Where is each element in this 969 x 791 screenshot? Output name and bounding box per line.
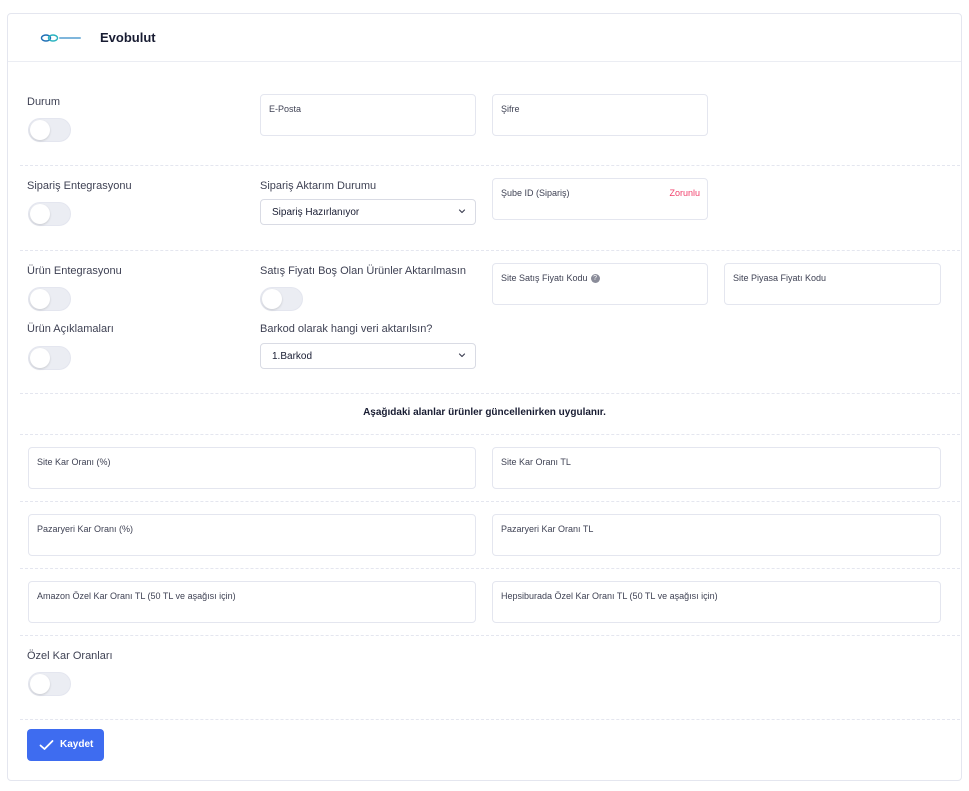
amazon-kar-orani-field[interactable]: Amazon Özel Kar Oranı TL (50 TL ve aşağı… xyxy=(28,581,476,623)
brand-title: Evobulut xyxy=(100,30,156,45)
pazaryeri-kar-orani-pct-field[interactable]: Pazaryeri Kar Oranı (%) xyxy=(28,514,476,556)
toggle-knob xyxy=(30,120,50,140)
update-notice: Aşağıdaki alanlar ürünler güncellenirken… xyxy=(363,407,606,418)
toggle-knob xyxy=(30,348,50,368)
site-kar-orani-pct-input[interactable] xyxy=(37,470,467,486)
site-kar-orani-pct-field[interactable]: Site Kar Oranı (%) xyxy=(28,447,476,489)
pazaryeri-kar-orani-pct-label: Pazaryeri Kar Oranı (%) xyxy=(37,524,134,534)
password-input[interactable] xyxy=(501,117,699,133)
ozel-kar-oranlari-toggle[interactable] xyxy=(28,672,71,696)
site-piyasa-fiyati-field[interactable]: Site Piyasa Fiyatı Kodu xyxy=(724,263,941,305)
divider xyxy=(20,719,960,720)
site-satis-fiyati-field[interactable]: Site Satış Fiyatı Kodu? xyxy=(492,263,708,305)
site-satis-fiyati-label-wrap: Site Satış Fiyatı Kodu? xyxy=(501,273,600,283)
hepsiburada-kar-orani-input[interactable] xyxy=(501,604,932,620)
barkod-select[interactable]: 1.Barkod xyxy=(260,343,476,369)
barkod-label: Barkod olarak hangi veri aktarılsın? xyxy=(260,323,433,335)
evobulut-logo xyxy=(40,34,81,42)
site-kar-orani-tl-label: Site Kar Oranı TL xyxy=(501,457,571,467)
toggle-knob xyxy=(262,289,282,309)
divider xyxy=(20,250,960,251)
required-badge: Zorunlu xyxy=(669,188,700,198)
site-kar-orani-pct-label: Site Kar Oranı (%) xyxy=(37,457,111,467)
divider xyxy=(20,434,960,435)
card-header: Evobulut xyxy=(8,14,961,62)
site-kar-orani-tl-input[interactable] xyxy=(501,470,932,486)
durum-label: Durum xyxy=(27,96,61,108)
divider xyxy=(20,501,960,502)
urun-aciklamalari-label: Ürün Açıklamaları xyxy=(27,323,114,335)
urun-entegrasyonu-toggle[interactable] xyxy=(28,287,71,311)
save-button[interactable]: Kaydet xyxy=(27,729,104,761)
pazaryeri-kar-orani-pct-input[interactable] xyxy=(37,537,467,553)
urun-entegrasyonu-label: Ürün Entegrasyonu xyxy=(27,265,122,277)
site-satis-fiyati-label: Site Satış Fiyatı Kodu xyxy=(501,273,588,283)
amazon-kar-orani-label: Amazon Özel Kar Oranı TL (50 TL ve aşağı… xyxy=(37,591,236,601)
satis-fiyati-toggle[interactable] xyxy=(260,287,303,311)
help-icon[interactable]: ? xyxy=(590,274,600,283)
password-field[interactable]: Şifre xyxy=(492,94,708,136)
check-icon xyxy=(39,740,54,750)
save-button-label: Kaydet xyxy=(60,739,94,750)
site-kar-orani-tl-field[interactable]: Site Kar Oranı TL xyxy=(492,447,941,489)
toggle-knob xyxy=(30,289,50,309)
site-piyasa-fiyati-input[interactable] xyxy=(733,286,932,302)
divider xyxy=(20,165,960,166)
chevron-down-icon xyxy=(458,353,466,358)
siparis-entegrasyonu-toggle[interactable] xyxy=(28,202,71,226)
aktarim-durumu-label: Sipariş Aktarım Durumu xyxy=(260,180,377,192)
sube-id-field[interactable]: Şube ID (Sipariş) Zorunlu xyxy=(492,178,708,220)
password-label: Şifre xyxy=(501,104,520,114)
barkod-value: 1.Barkod xyxy=(272,351,313,362)
sube-id-input[interactable] xyxy=(501,201,699,217)
aktarim-durumu-value: Sipariş Hazırlanıyor xyxy=(272,207,360,218)
pazaryeri-kar-orani-tl-input[interactable] xyxy=(501,537,932,553)
site-satis-fiyati-input[interactable] xyxy=(501,286,699,302)
email-field[interactable]: E-Posta xyxy=(260,94,476,136)
pazaryeri-kar-orani-tl-label: Pazaryeri Kar Oranı TL xyxy=(501,524,594,534)
email-input[interactable] xyxy=(269,117,467,133)
divider xyxy=(20,635,960,636)
hepsiburada-kar-orani-field[interactable]: Hepsiburada Özel Kar Oranı TL (50 TL ve … xyxy=(492,581,941,623)
satis-fiyati-label: Satış Fiyatı Boş Olan Ürünler Aktarılmas… xyxy=(260,265,467,277)
divider xyxy=(20,568,960,569)
divider xyxy=(20,393,960,394)
sube-id-label: Şube ID (Sipariş) xyxy=(501,188,570,198)
email-label: E-Posta xyxy=(269,104,302,114)
durum-toggle[interactable] xyxy=(28,118,71,142)
hepsiburada-kar-orani-label: Hepsiburada Özel Kar Oranı TL (50 TL ve … xyxy=(501,591,718,601)
site-piyasa-fiyati-label: Site Piyasa Fiyatı Kodu xyxy=(733,273,827,283)
siparis-entegrasyonu-label: Sipariş Entegrasyonu xyxy=(27,180,132,192)
settings-card: Evobulut xyxy=(7,13,962,781)
chevron-down-icon xyxy=(458,209,466,214)
toggle-knob xyxy=(30,674,50,694)
pazaryeri-kar-orani-tl-field[interactable]: Pazaryeri Kar Oranı TL xyxy=(492,514,941,556)
aktarim-durumu-select[interactable]: Sipariş Hazırlanıyor xyxy=(260,199,476,225)
amazon-kar-orani-input[interactable] xyxy=(37,604,467,620)
urun-aciklamalari-toggle[interactable] xyxy=(28,346,71,370)
ozel-kar-oranlari-label: Özel Kar Oranları xyxy=(27,650,113,662)
toggle-knob xyxy=(30,204,50,224)
